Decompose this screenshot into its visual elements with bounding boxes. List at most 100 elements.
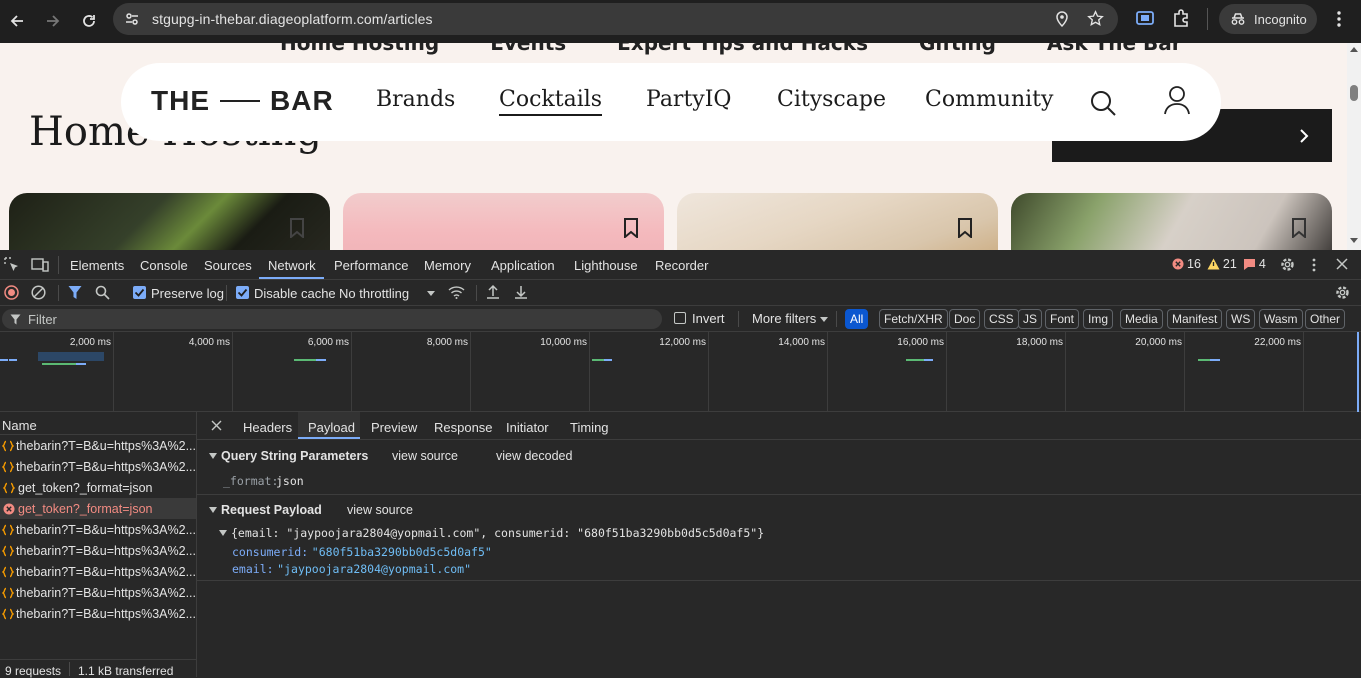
filter-toggle-icon[interactable]	[68, 285, 82, 300]
payload-property-row[interactable]: consumerid: "680f51ba3290bb0d5c5d0af5"	[232, 544, 492, 559]
payload-property-row[interactable]: email: "jaypoojara2804@yopmail.com"	[232, 561, 471, 576]
tab-sources[interactable]: Sources	[204, 258, 252, 273]
nav-brands[interactable]: Brands	[376, 87, 455, 112]
tab-performance[interactable]: Performance	[334, 258, 408, 273]
preserve-log-label[interactable]: Preserve log	[151, 286, 224, 301]
issue-counters[interactable]: 16 21 4	[1172, 257, 1266, 271]
tab-lighthouse[interactable]: Lighthouse	[574, 258, 638, 273]
tab-preview[interactable]: Preview	[371, 420, 417, 435]
devtools-menu-icon[interactable]	[1309, 257, 1319, 273]
bookmark-icon[interactable]	[1291, 218, 1307, 238]
filter-img[interactable]: Img	[1083, 309, 1114, 329]
category-ask-the-bar[interactable]: Ask The Bar	[1047, 43, 1182, 55]
timeline-selection[interactable]	[38, 352, 104, 361]
tab-console[interactable]: Console	[140, 258, 188, 273]
query-view-source-link[interactable]: view source	[392, 449, 458, 463]
tab-initiator[interactable]: Initiator	[506, 420, 549, 435]
tab-response[interactable]: Response	[434, 420, 493, 435]
request-row[interactable]: thebarin?T=B&u=https%3A%2...	[0, 582, 196, 603]
device-toolbar-icon[interactable]	[31, 257, 49, 273]
tab-network[interactable]: Network	[268, 258, 316, 273]
article-card[interactable]	[343, 193, 664, 250]
network-overview-timeline[interactable]: 2,000 ms 4,000 ms 6,000 ms 8,000 ms 10,0…	[0, 332, 1361, 412]
filter-wasm[interactable]: Wasm	[1259, 309, 1303, 329]
clear-icon[interactable]	[31, 285, 46, 300]
query-view-decoded-link[interactable]: view decoded	[496, 449, 572, 463]
category-events[interactable]: Events	[490, 43, 566, 55]
request-payload-section-header[interactable]: Request Payload	[209, 503, 322, 517]
disable-cache-checkbox[interactable]	[236, 286, 249, 299]
filter-input[interactable]: Filter	[2, 309, 662, 329]
payload-view-source-link[interactable]: view source	[347, 503, 413, 517]
site-logo[interactable]: THE BAR	[151, 85, 334, 117]
nav-cityscape[interactable]: Cityscape	[777, 87, 886, 112]
request-row[interactable]: get_token?_format=json	[0, 498, 196, 519]
address-bar[interactable]: stgupg-in-thebar.diageoplatform.com/arti…	[113, 3, 1118, 35]
filter-media[interactable]: Media	[1120, 309, 1163, 329]
network-conditions-icon[interactable]	[448, 285, 465, 300]
filter-ws[interactable]: WS	[1226, 309, 1256, 329]
bookmark-icon[interactable]	[957, 218, 973, 238]
request-row[interactable]: thebarin?T=B&u=https%3A%2...	[0, 435, 196, 456]
forward-button[interactable]	[40, 8, 66, 34]
user-account-icon[interactable]	[1163, 85, 1191, 115]
request-row[interactable]: thebarin?T=B&u=https%3A%2...	[0, 603, 196, 624]
request-row[interactable]: get_token?_format=json	[0, 477, 196, 498]
filter-other[interactable]: Other	[1305, 309, 1346, 329]
tab-recorder[interactable]: Recorder	[655, 258, 708, 273]
invert-label[interactable]: Invert	[692, 311, 725, 326]
stop-recording-icon[interactable]	[4, 285, 19, 300]
bookmark-icon[interactable]	[623, 218, 639, 238]
filter-font[interactable]: Font	[1045, 309, 1080, 329]
incognito-badge[interactable]: Incognito	[1219, 4, 1317, 34]
back-button[interactable]	[4, 8, 30, 34]
article-card[interactable]	[1011, 193, 1332, 250]
tab-application[interactable]: Application	[491, 258, 555, 273]
scrollbar-thumb[interactable]	[1350, 85, 1358, 101]
inspect-element-icon[interactable]	[4, 257, 20, 273]
export-har-icon[interactable]	[514, 284, 528, 300]
site-settings-icon[interactable]	[124, 11, 140, 27]
search-icon[interactable]	[1089, 89, 1117, 117]
scroll-down-arrow-icon[interactable]	[1350, 238, 1358, 243]
bookmark-star-icon[interactable]	[1087, 10, 1104, 27]
tab-memory[interactable]: Memory	[424, 258, 471, 273]
tab-payload[interactable]: Payload	[308, 420, 355, 435]
category-home-hosting[interactable]: Home Hosting	[280, 43, 439, 55]
bookmark-icon[interactable]	[289, 218, 305, 238]
throttling-select[interactable]: No throttling	[339, 286, 409, 301]
invert-checkbox[interactable]	[674, 312, 686, 324]
chevron-down-icon[interactable]	[820, 317, 828, 322]
tab-elements[interactable]: Elements	[70, 258, 124, 273]
browser-menu-icon[interactable]	[1332, 10, 1346, 28]
query-params-section-header[interactable]: Query String Parameters	[209, 449, 368, 463]
filter-manifest[interactable]: Manifest	[1167, 309, 1223, 329]
preserve-log-checkbox[interactable]	[133, 286, 146, 299]
category-expert-tips[interactable]: Expert Tips and Hacks	[617, 43, 868, 55]
extensions-icon[interactable]	[1172, 9, 1190, 27]
nav-community[interactable]: Community	[925, 87, 1053, 112]
filter-js[interactable]: JS	[1018, 309, 1043, 329]
tab-headers[interactable]: Headers	[243, 420, 292, 435]
reload-button[interactable]	[76, 8, 102, 34]
name-column-header[interactable]: Name	[0, 412, 196, 435]
request-row[interactable]: thebarin?T=B&u=https%3A%2...	[0, 540, 196, 561]
scroll-up-arrow-icon[interactable]	[1350, 47, 1358, 52]
settings-gear-icon[interactable]	[1279, 256, 1296, 273]
filter-all[interactable]: All	[845, 309, 869, 329]
filter-fetch-xhr[interactable]: Fetch/XHR	[879, 309, 948, 329]
tab-timing[interactable]: Timing	[570, 420, 609, 435]
request-row[interactable]: thebarin?T=B&u=https%3A%2...	[0, 519, 196, 540]
page-scrollbar[interactable]	[1347, 43, 1361, 250]
nav-partyiq[interactable]: PartyIQ	[646, 87, 731, 112]
close-devtools-icon[interactable]	[1336, 258, 1348, 270]
nav-cocktails[interactable]: Cocktails	[499, 87, 603, 116]
chevron-down-icon[interactable]	[427, 291, 435, 296]
close-detail-icon[interactable]	[211, 420, 222, 431]
location-icon[interactable]	[1055, 11, 1069, 27]
network-settings-gear-icon[interactable]	[1334, 284, 1351, 301]
article-card[interactable]	[677, 193, 998, 250]
category-gifting[interactable]: Gifting	[919, 43, 996, 55]
article-card[interactable]	[9, 193, 330, 250]
import-har-icon[interactable]	[486, 284, 500, 300]
